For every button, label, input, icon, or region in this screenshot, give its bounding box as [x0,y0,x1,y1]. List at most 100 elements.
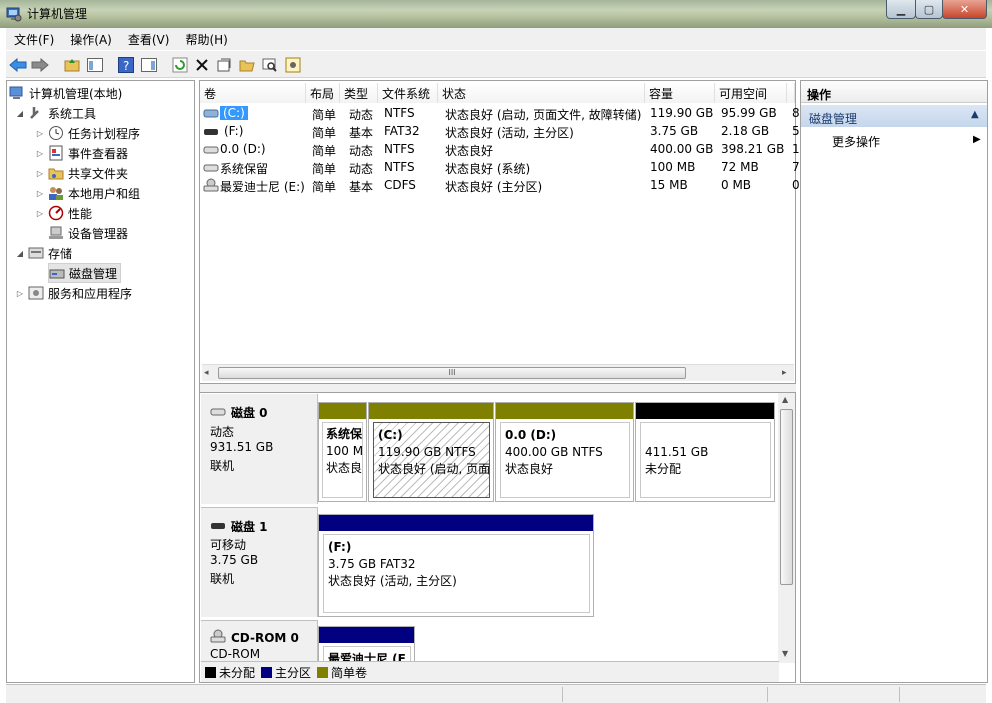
partition-e[interactable]: 最爱迪士尼 (E [318,626,415,662]
properties-icon[interactable] [214,55,234,74]
partition-c[interactable]: (C:) 119.90 GB NTFS 状态良好 (启动, 页面 [368,402,494,502]
volume-drive-icon [203,107,219,122]
collapsed-arrow-icon[interactable]: ▷ [15,289,25,298]
tree-item-local-users[interactable]: ▷ 本地用户和组 [35,183,140,203]
more-actions-item[interactable]: 更多操作 ▶ [801,131,987,151]
col-header-free-space[interactable]: 可用空间 [715,83,787,103]
volume-capacity: 119.90 GB [650,106,714,120]
collapsed-arrow-icon[interactable]: ▷ [35,129,45,138]
collapsed-arrow-icon[interactable]: ▷ [35,189,45,198]
help-icon[interactable]: ? [116,55,136,74]
show-hide-action-pane-icon[interactable] [139,55,159,74]
tree-label-disk-management: 磁盘管理 [69,266,118,281]
volume-layout: 简单 [312,180,337,194]
disk-1-name: 磁盘 1 [231,520,268,534]
table-row[interactable]: (F:) 简单 基本 FAT32 状态良好 (活动, 主分区) 3.75 GB … [200,122,800,140]
table-row[interactable]: (C:) 简单 动态 NTFS 状态良好 (启动, 页面文件, 故障转储) 11… [200,104,800,122]
col-header-more[interactable] [787,83,795,103]
table-row[interactable]: 最爱迪士尼 (E:) 简单 基本 CDFS 状态良好 (主分区) 15 MB 0… [200,176,800,194]
clock-icon [48,125,64,141]
disk-1-state: 联机 [210,572,235,586]
tree-item-performance[interactable]: ▷ 性能 [35,203,92,223]
tree-item-device-manager[interactable]: 设备管理器 [48,223,128,243]
legend-primary: 主分区 [275,665,312,680]
back-icon[interactable] [8,55,28,74]
volume-extra: 1 [792,142,800,156]
partition-d[interactable]: 0.0 (D:) 400.00 GB NTFS 状态良好 [495,402,634,502]
tree-item-storage[interactable]: ◢ 存储 [15,243,72,263]
scroll-up-arrow-icon[interactable]: ▲ [782,395,788,404]
volume-extra: 5 [792,124,800,138]
volume-fs: NTFS [384,160,415,174]
search-icon[interactable] [260,55,280,74]
svg-text:?: ? [123,59,129,73]
cdrom-0-info[interactable]: CD-ROM 0 CD-ROM [201,620,318,662]
menu-action[interactable]: 操作(A) [62,31,120,48]
disk-management-pane: 卷 布局 类型 文件系统 状态 容量 可用空间 (C:) 简单 动态 NTFS … [199,80,800,683]
forward-icon[interactable] [30,55,50,74]
horizontal-scroll-thumb[interactable]: III [218,367,686,379]
menu-file[interactable]: 文件(F) [6,31,62,48]
col-header-volume[interactable]: 卷 [200,83,306,103]
volume-free: 72 MB [721,160,759,174]
legend-simple: 简单卷 [331,665,368,680]
scroll-left-arrow-icon[interactable]: ◂ [204,368,209,378]
tree-item-event-viewer[interactable]: ▷ 事件查看器 [35,143,128,163]
scroll-down-arrow-icon[interactable]: ▼ [782,649,788,658]
partition-system-reserved[interactable]: 系统保 100 M 状态良 [318,402,367,502]
volume-type: 动态 [349,144,374,158]
partition-size: 119.90 GB NTFS [378,445,476,459]
expanded-arrow-icon[interactable]: ◢ [15,109,25,118]
partition-unallocated[interactable]: 411.51 GB 未分配 [635,402,775,502]
volume-fs: FAT32 [384,124,420,138]
volume-free: 398.21 GB [721,142,785,156]
maximize-button[interactable]: ▢ [915,0,943,19]
menu-view[interactable]: 查看(V) [120,31,178,48]
open-folder-icon[interactable] [237,55,257,74]
pane-splitter[interactable] [200,383,796,393]
close-button[interactable]: ✕ [942,0,987,19]
show-hide-tree-icon[interactable] [85,55,105,74]
tools-icon [28,105,44,121]
vertical-scrollbar[interactable]: ▲ ▼ [778,393,795,663]
expanded-arrow-icon[interactable]: ◢ [15,249,25,258]
delete-icon[interactable] [192,55,212,74]
col-header-layout[interactable]: 布局 [306,83,340,103]
volume-layout: 简单 [312,126,337,140]
horizontal-scrollbar[interactable]: ◂ III ▸ [202,364,794,381]
tree-item-root[interactable]: 计算机管理(本地) [9,83,122,103]
tree-item-disk-management[interactable]: 磁盘管理 [48,263,122,283]
minimize-button[interactable]: ▁ [886,0,916,19]
shared-folder-icon [48,165,64,181]
col-header-capacity[interactable]: 容量 [645,83,715,103]
col-header-filesystem[interactable]: 文件系统 [378,83,438,103]
table-row[interactable]: 系统保留 简单 动态 NTFS 状态良好 (系统) 100 MB 72 MB 7 [200,158,800,176]
partition-label: 0.0 (D:) [505,428,557,442]
window-title: 计算机管理 [27,7,88,21]
up-folder-icon[interactable] [62,55,82,74]
unallocated-bar [636,403,774,419]
collapsed-arrow-icon[interactable]: ▷ [35,209,45,218]
col-header-status[interactable]: 状态 [438,83,645,103]
partition-f[interactable]: (F:) 3.75 GB FAT32 状态良好 (活动, 主分区) [318,514,594,617]
tree-item-services[interactable]: ▷ 服务和应用程序 [15,283,132,303]
volume-name: 最爱迪士尼 (E:) [220,180,305,194]
table-row[interactable]: 0.0 (D:) 简单 动态 NTFS 状态良好 400.00 GB 398.2… [200,140,800,158]
refresh-icon[interactable] [170,55,190,74]
collapsed-arrow-icon[interactable]: ▷ [35,149,45,158]
tree-item-shared-folders[interactable]: ▷ 共享文件夹 [35,163,128,183]
disk-0-info[interactable]: 磁盘 0 动态 931.51 GB 联机 [201,394,318,504]
collapsed-arrow-icon[interactable]: ▷ [35,169,45,178]
col-header-type[interactable]: 类型 [340,83,378,103]
menu-help[interactable]: 帮助(H) [177,31,235,48]
disk-properties-icon[interactable] [283,55,303,74]
actions-section-disk-management[interactable]: 磁盘管理 ▲ [801,105,987,127]
tree-label-shared-folders: 共享文件夹 [68,166,129,181]
vertical-scroll-thumb[interactable] [780,409,793,585]
simple-volume-bar [496,403,633,419]
tree-item-task-scheduler[interactable]: ▷ 任务计划程序 [35,123,140,143]
tree-item-system-tools[interactable]: ◢ 系统工具 [15,103,96,123]
disk-1-info[interactable]: 磁盘 1 可移动 3.75 GB 联机 [201,507,318,617]
collapse-up-icon[interactable]: ▲ [971,109,979,120]
scroll-right-arrow-icon[interactable]: ▸ [782,368,787,378]
